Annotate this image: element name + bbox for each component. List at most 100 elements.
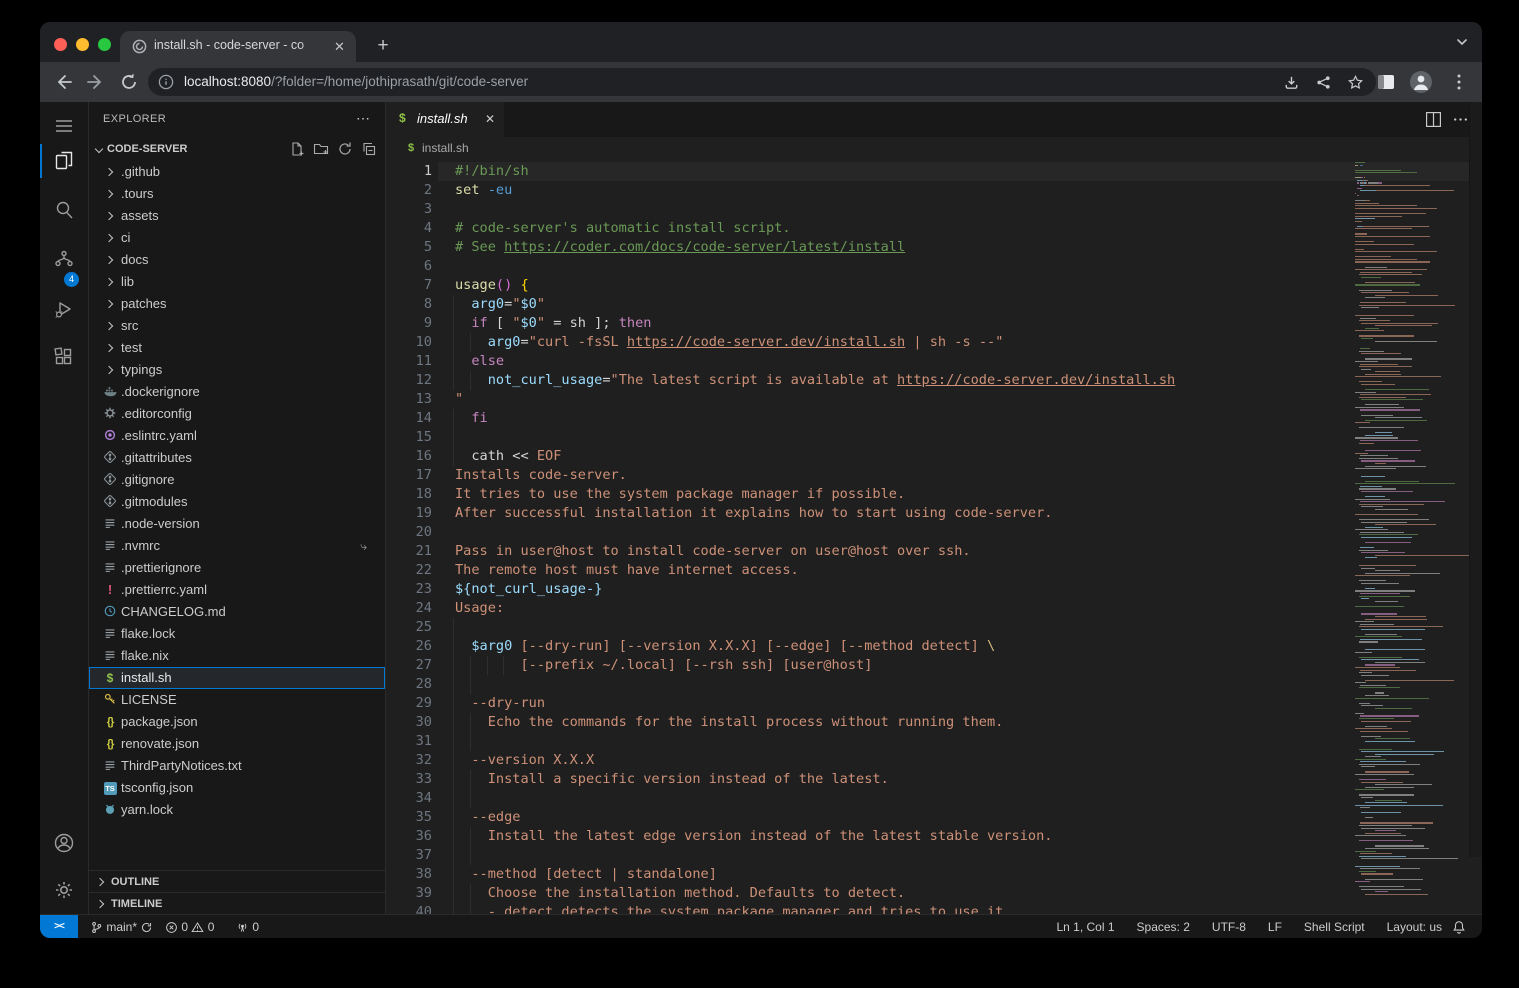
- code-line-30[interactable]: 30 Echo the commands for the install pro…: [386, 713, 1482, 732]
- tree-file-flake.lock[interactable]: flake.lock: [89, 623, 385, 645]
- code-line-22[interactable]: 22The remote host must have internet acc…: [386, 561, 1482, 580]
- status-language-mode[interactable]: Shell Script: [1304, 920, 1365, 934]
- code-line-14[interactable]: 14 fi: [386, 409, 1482, 428]
- tree-folder-assets[interactable]: assets: [89, 205, 385, 227]
- share-icon[interactable]: [1315, 74, 1332, 91]
- remote-indicator[interactable]: ><: [40, 915, 78, 938]
- code-line-7[interactable]: 7usage() {: [386, 276, 1482, 295]
- tree-folder-lib[interactable]: lib: [89, 271, 385, 293]
- status-cursor-position[interactable]: Ln 1, Col 1: [1056, 920, 1114, 934]
- tree-file-gitignore[interactable]: .gitignore: [89, 469, 385, 491]
- tree-folder-patches[interactable]: patches: [89, 293, 385, 315]
- code-line-28[interactable]: 28: [386, 675, 1482, 694]
- code-line-6[interactable]: 6: [386, 257, 1482, 276]
- status-eol[interactable]: LF: [1268, 920, 1282, 934]
- code-line-11[interactable]: 11 else: [386, 352, 1482, 371]
- tree-file-prettierignore[interactable]: .prettierignore: [89, 557, 385, 579]
- minimap[interactable]: [1355, 159, 1469, 914]
- tree-file-nvmrc[interactable]: .nvmrc⤷: [89, 535, 385, 557]
- tab-close-button[interactable]: ✕: [331, 38, 348, 55]
- maximize-window-button[interactable]: [98, 38, 111, 51]
- browser-tab[interactable]: install.sh - code-server - co ✕: [120, 31, 356, 62]
- tree-file-dockerignore[interactable]: .dockerignore: [89, 381, 385, 403]
- close-editor-icon[interactable]: ✕: [482, 111, 498, 127]
- menu-icon[interactable]: [52, 114, 76, 138]
- code-line-18[interactable]: 18It tries to use the system package man…: [386, 485, 1482, 504]
- code-line-24[interactable]: 24Usage:: [386, 599, 1482, 618]
- code-line-27[interactable]: 27 [--prefix ~/.local] [--rsh ssh] [user…: [386, 656, 1482, 675]
- code-line-16[interactable]: 16 cath << EOF: [386, 447, 1482, 466]
- tree-folder-src[interactable]: src: [89, 315, 385, 337]
- code-line-3[interactable]: 3: [386, 200, 1482, 219]
- tree-folder-ci[interactable]: ci: [89, 227, 385, 249]
- editor-more-actions-icon[interactable]: [1452, 111, 1469, 128]
- code-line-23[interactable]: 23${not_curl_usage-}: [386, 580, 1482, 599]
- editor-scrollbar[interactable]: [1469, 102, 1482, 857]
- code-line-15[interactable]: 15: [386, 428, 1482, 447]
- code-line-21[interactable]: 21Pass in user@host to install code-serv…: [386, 542, 1482, 561]
- close-window-button[interactable]: [54, 38, 67, 51]
- tree-file-CHANGELOG.md[interactable]: CHANGELOG.md: [89, 601, 385, 623]
- tree-file-tsconfig.json[interactable]: TStsconfig.json: [89, 777, 385, 799]
- side-panel-icon[interactable]: [1376, 72, 1396, 92]
- url-text[interactable]: localhost:8080/?folder=/home/jothiprasat…: [184, 74, 528, 89]
- tree-file-eslintrc.yaml[interactable]: .eslintrc.yaml: [89, 425, 385, 447]
- tree-file-yarn.lock[interactable]: yarn.lock: [89, 799, 385, 821]
- code-line-20[interactable]: 20: [386, 523, 1482, 542]
- tree-folder-typings[interactable]: typings: [89, 359, 385, 381]
- back-button[interactable]: [52, 71, 74, 93]
- tree-file-prettierrc.yaml[interactable]: !.prettierrc.yaml: [89, 579, 385, 601]
- site-info-icon[interactable]: [158, 74, 174, 90]
- tree-folder-test[interactable]: test: [89, 337, 385, 359]
- code-line-2[interactable]: 2set -eu: [386, 181, 1482, 200]
- editor-tab-install-sh[interactable]: $ install.sh ✕: [386, 102, 504, 137]
- reload-button[interactable]: [118, 71, 140, 93]
- install-icon[interactable]: [1283, 74, 1300, 91]
- refresh-icon[interactable]: [337, 141, 353, 157]
- tree-file-LICENSE[interactable]: LICENSE: [89, 689, 385, 711]
- tree-file-node-version[interactable]: .node-version: [89, 513, 385, 535]
- code-line-39[interactable]: 39 Choose the installation method. Defau…: [386, 884, 1482, 903]
- code-line-40[interactable]: 40 - detect detects the system package m…: [386, 903, 1482, 914]
- code-line-32[interactable]: 32 --version X.X.X: [386, 751, 1482, 770]
- tree-file-package.json[interactable]: { }package.json: [89, 711, 385, 733]
- search-icon[interactable]: [52, 198, 76, 222]
- code-line-35[interactable]: 35 --edge: [386, 808, 1482, 827]
- code-line-9[interactable]: 9 if [ "$0" = sh ]; then: [386, 314, 1482, 333]
- code-line-19[interactable]: 19After successful installation it expla…: [386, 504, 1482, 523]
- code-line-34[interactable]: 34: [386, 789, 1482, 808]
- explorer-icon[interactable]: [52, 148, 76, 172]
- browser-menu-icon[interactable]: [1450, 71, 1468, 93]
- breadcrumb[interactable]: $ install.sh: [386, 137, 1482, 159]
- tree-folder-github[interactable]: .github: [89, 161, 385, 183]
- problems-indicator[interactable]: 0 0: [165, 915, 214, 938]
- profile-avatar[interactable]: [1410, 71, 1432, 93]
- tree-file-editorconfig[interactable]: .editorconfig: [89, 403, 385, 425]
- code-line-17[interactable]: 17Installs code-server.: [386, 466, 1482, 485]
- code-line-1[interactable]: 1#!/bin/sh: [386, 162, 1482, 181]
- code-line-12[interactable]: 12 not_curl_usage="The latest script is …: [386, 371, 1482, 390]
- tree-file-ThirdPartyNotices.txt[interactable]: ThirdPartyNotices.txt: [89, 755, 385, 777]
- code-editor[interactable]: 1#!/bin/sh2set -eu34# code-server's auto…: [386, 159, 1482, 914]
- code-line-38[interactable]: 38 --method [detect | standalone]: [386, 865, 1482, 884]
- code-line-8[interactable]: 8 arg0="$0": [386, 295, 1482, 314]
- branch-indicator[interactable]: main*: [90, 915, 153, 938]
- notifications-bell-icon[interactable]: [1452, 920, 1466, 934]
- new-folder-icon[interactable]: [313, 141, 329, 157]
- new-file-icon[interactable]: [289, 141, 305, 157]
- account-icon[interactable]: [52, 831, 76, 855]
- tree-folder-docs[interactable]: docs: [89, 249, 385, 271]
- code-line-10[interactable]: 10 arg0="curl -fsSL https://code-server.…: [386, 333, 1482, 352]
- settings-gear-icon[interactable]: [52, 878, 76, 902]
- tree-folder-tours[interactable]: .tours: [89, 183, 385, 205]
- tree-file-install.sh[interactable]: $install.sh: [89, 667, 385, 689]
- code-line-26[interactable]: 26 $arg0 [--dry-run] [--version X.X.X] […: [386, 637, 1482, 656]
- tree-file-flake.nix[interactable]: flake.nix: [89, 645, 385, 667]
- code-line-36[interactable]: 36 Install the latest edge version inste…: [386, 827, 1482, 846]
- ports-indicator[interactable]: 0: [236, 915, 259, 938]
- outline-section[interactable]: OUTLINE: [89, 870, 385, 893]
- address-bar[interactable]: localhost:8080/?folder=/home/jothiprasat…: [148, 68, 1376, 96]
- timeline-section[interactable]: TIMELINE: [89, 892, 385, 915]
- status-keyboard-layout[interactable]: Layout: us: [1387, 920, 1442, 934]
- forward-button[interactable]: [85, 71, 107, 93]
